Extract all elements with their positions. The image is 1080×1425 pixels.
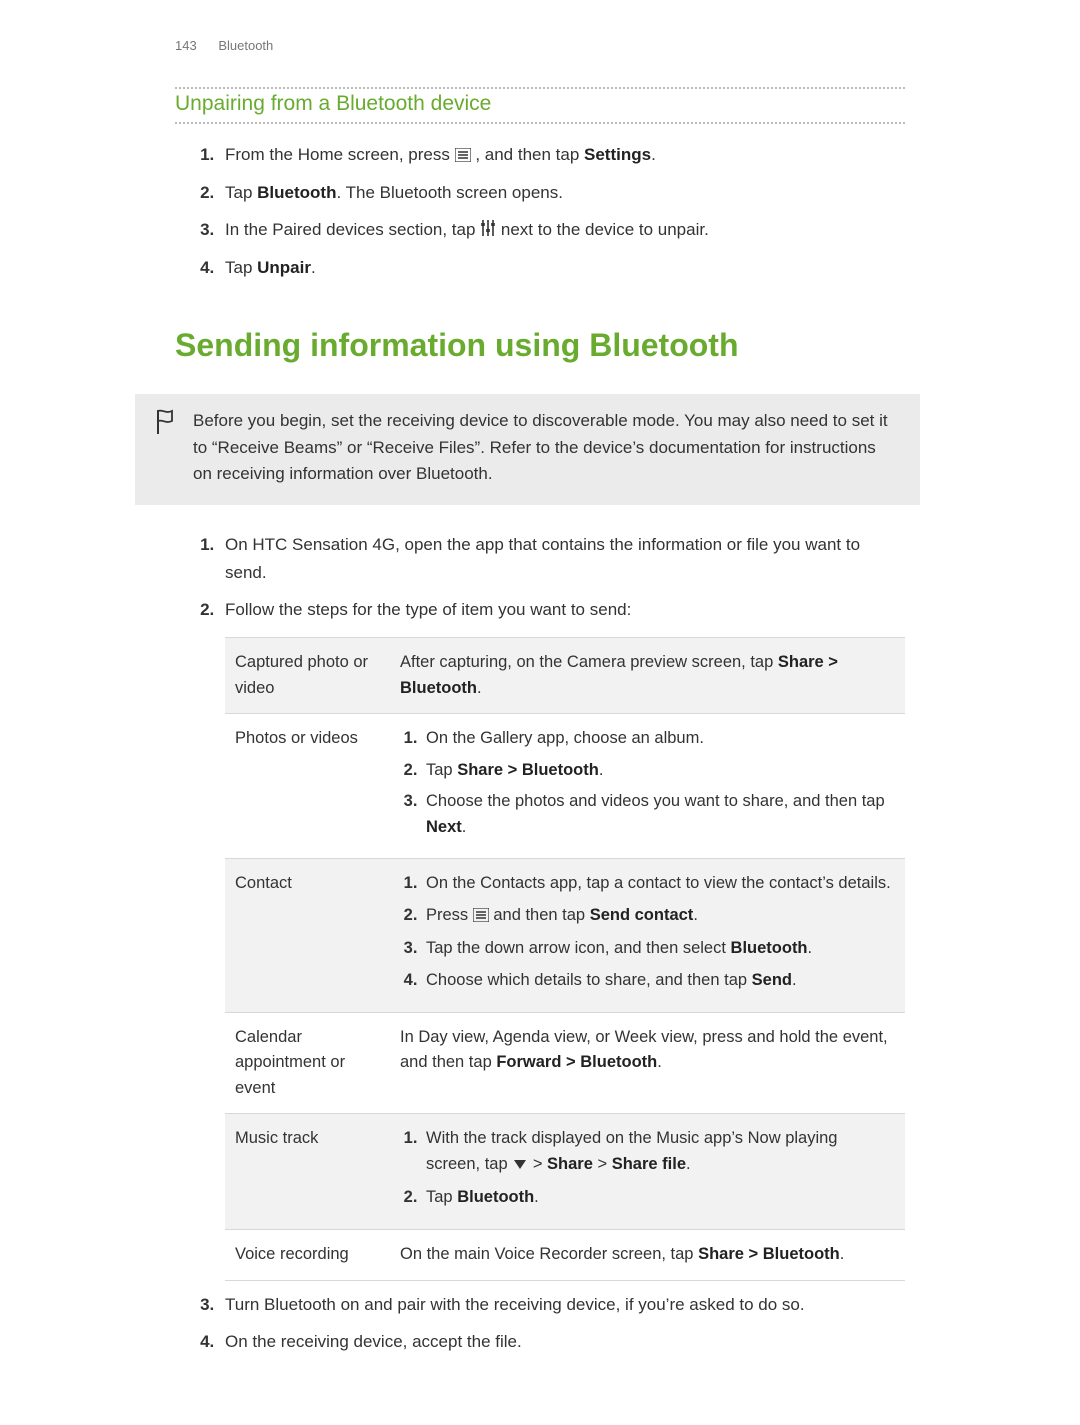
text: .	[534, 1188, 539, 1206]
text: and then tap	[493, 906, 589, 924]
send-step-2: Follow the steps for the type of item yo…	[219, 596, 905, 1281]
running-header: 143 Bluetooth	[175, 38, 905, 53]
text: .	[686, 1155, 691, 1173]
bluetooth-label: Bluetooth	[257, 183, 336, 202]
row-value: On the Gallery app, choose an album. Tap…	[390, 714, 905, 859]
list-item: Choose which details to share, and then …	[422, 968, 895, 994]
text: .	[599, 761, 604, 779]
table-row: Contact On the Contacts app, tap a conta…	[225, 859, 905, 1012]
send-label: Send	[752, 971, 792, 989]
text: Tap	[426, 1188, 457, 1206]
row-key: Photos or videos	[225, 714, 390, 859]
bluetooth-label: Bluetooth	[731, 939, 808, 957]
unpair-label: Unpair	[257, 258, 311, 277]
text: Tap	[225, 183, 257, 202]
row-value: On the Contacts app, tap a contact to vi…	[390, 859, 905, 1012]
unpair-step-2: Tap Bluetooth. The Bluetooth screen open…	[219, 180, 905, 206]
unpair-step-3: In the Paired devices section, tap next …	[219, 217, 905, 245]
list-item: On the Gallery app, choose an album.	[422, 726, 895, 752]
text: On the main Voice Recorder screen, tap	[400, 1245, 698, 1263]
page-number: 143	[175, 38, 197, 53]
table-row: Captured photo or video After capturing,…	[225, 637, 905, 713]
text: After capturing, on the Camera preview s…	[400, 653, 778, 671]
text: Choose which details to share, and then …	[426, 971, 752, 989]
row-key: Contact	[225, 859, 390, 1012]
note-text: Before you begin, set the receiving devi…	[193, 408, 898, 487]
row-key: Calendar appointment or event	[225, 1012, 390, 1114]
row-value: On the main Voice Recorder screen, tap S…	[390, 1229, 905, 1280]
row-value: In Day view, Agenda view, or Week view, …	[390, 1012, 905, 1114]
share-file-label: Share file	[612, 1155, 686, 1173]
share-bluetooth-label: Share > Bluetooth	[698, 1245, 840, 1263]
forward-bluetooth-label: Forward > Bluetooth	[496, 1053, 657, 1071]
list-item: Tap Share > Bluetooth.	[422, 758, 895, 784]
list-item: Tap the down arrow icon, and then select…	[422, 936, 895, 962]
share-label: Share	[547, 1155, 593, 1173]
down-triangle-icon	[512, 1154, 528, 1180]
note-box: Before you begin, set the receiving devi…	[135, 394, 920, 505]
text: Tap	[426, 761, 457, 779]
content-column: 143 Bluetooth Unpairing from a Bluetooth…	[175, 38, 905, 1355]
text: Choose the photos and videos you want to…	[426, 792, 885, 810]
send-step-1: On HTC Sensation 4G, open the app that c…	[219, 531, 905, 585]
text: Press	[426, 906, 473, 924]
row-key: Captured photo or video	[225, 637, 390, 713]
bluetooth-label: Bluetooth	[457, 1188, 534, 1206]
menu-icon	[455, 144, 471, 170]
settings-label: Settings	[584, 145, 651, 164]
list-item: With the track displayed on the Music ap…	[422, 1126, 895, 1179]
send-steps: On HTC Sensation 4G, open the app that c…	[219, 531, 905, 1355]
unpair-step-1: From the Home screen, press , and then t…	[219, 142, 905, 170]
list-item: On the Contacts app, tap a contact to vi…	[422, 871, 895, 897]
text: .	[840, 1245, 845, 1263]
table-row: Voice recording On the main Voice Record…	[225, 1229, 905, 1280]
text: .	[657, 1053, 662, 1071]
send-step-3: Turn Bluetooth on and pair with the rece…	[219, 1291, 905, 1318]
text: >	[593, 1155, 612, 1173]
send-type-table: Captured photo or video After capturing,…	[225, 637, 905, 1281]
text: Follow the steps for the type of item yo…	[225, 600, 631, 619]
list-item: Choose the photos and videos you want to…	[422, 789, 895, 840]
table-row: Music track With the track displayed on …	[225, 1114, 905, 1230]
row-value: After capturing, on the Camera preview s…	[390, 637, 905, 713]
text: From the Home screen, press	[225, 145, 455, 164]
text: In the Paired devices section, tap	[225, 220, 480, 239]
text: , and then tap	[475, 145, 584, 164]
row-key: Voice recording	[225, 1229, 390, 1280]
text: next to the device to unpair.	[501, 220, 709, 239]
text: >	[533, 1155, 547, 1173]
send-step-4: On the receiving device, accept the file…	[219, 1328, 905, 1355]
text: .	[792, 971, 797, 989]
page: 143 Bluetooth Unpairing from a Bluetooth…	[0, 0, 1080, 1425]
subheading-unpairing: Unpairing from a Bluetooth device	[175, 87, 905, 124]
text: . The Bluetooth screen opens.	[336, 183, 563, 202]
text: .	[477, 679, 482, 697]
heading-sending: Sending information using Bluetooth	[175, 327, 905, 364]
text: .	[462, 818, 467, 836]
section-name: Bluetooth	[218, 38, 273, 53]
sliders-icon	[480, 219, 496, 245]
text: Tap	[225, 258, 257, 277]
list-item: Tap Bluetooth.	[422, 1185, 895, 1211]
text: .	[693, 906, 698, 924]
list-item: Press and then tap Send contact.	[422, 903, 895, 931]
text: Tap the down arrow icon, and then select	[426, 939, 731, 957]
row-key: Music track	[225, 1114, 390, 1230]
next-label: Next	[426, 818, 462, 836]
inner-steps: On the Gallery app, choose an album. Tap…	[422, 726, 895, 840]
inner-steps: On the Contacts app, tap a contact to vi…	[422, 871, 895, 993]
row-value: With the track displayed on the Music ap…	[390, 1114, 905, 1230]
text: .	[311, 258, 316, 277]
unpair-step-4: Tap Unpair.	[219, 255, 905, 281]
share-bluetooth-label: Share > Bluetooth	[457, 761, 599, 779]
inner-steps: With the track displayed on the Music ap…	[422, 1126, 895, 1211]
unpair-steps: From the Home screen, press , and then t…	[219, 142, 905, 281]
menu-icon	[473, 905, 489, 931]
flag-icon	[151, 408, 179, 487]
text: .	[651, 145, 656, 164]
table-row: Photos or videos On the Gallery app, cho…	[225, 714, 905, 859]
text: .	[808, 939, 813, 957]
send-contact-label: Send contact	[590, 906, 694, 924]
table-row: Calendar appointment or event In Day vie…	[225, 1012, 905, 1114]
